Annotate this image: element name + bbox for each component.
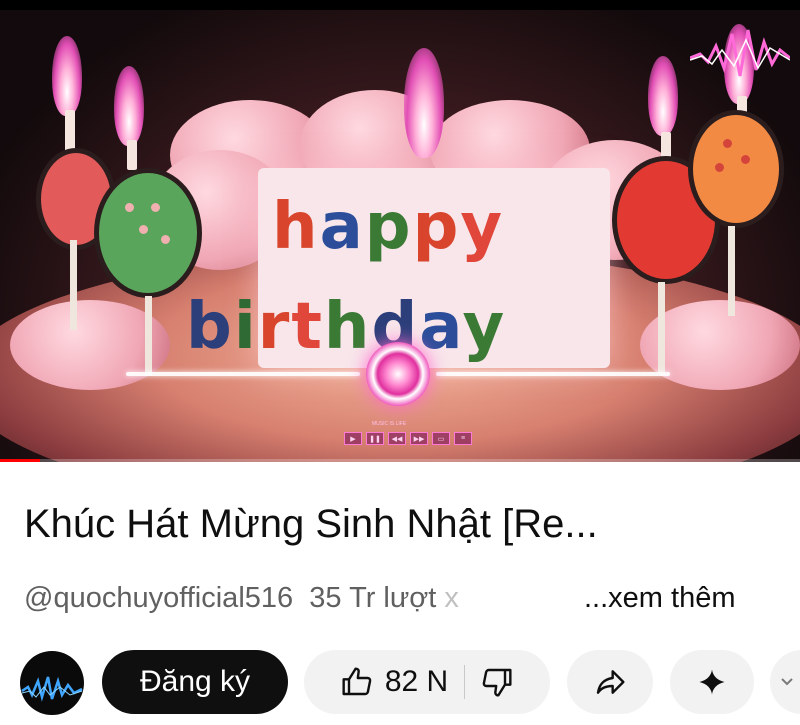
chevron-down-icon bbox=[781, 678, 793, 686]
cake-letter: h bbox=[272, 190, 320, 264]
channel-avatar[interactable] bbox=[20, 651, 84, 715]
loop-icon: ▭ bbox=[432, 432, 450, 445]
balloon-candle bbox=[688, 110, 784, 228]
video-meta[interactable]: @quochuyofficial516 35 Tr lượt x bbox=[24, 582, 459, 615]
thumbs-up-icon bbox=[342, 667, 372, 696]
audio-visualizer-disc bbox=[366, 342, 430, 406]
balloon-candle bbox=[94, 168, 202, 298]
dislike-button[interactable] bbox=[465, 666, 529, 698]
cake-letter: a bbox=[419, 290, 463, 364]
show-more-link[interactable]: ...xem thêm bbox=[584, 582, 736, 615]
balloon-dot bbox=[161, 235, 170, 244]
neon-waveform-icon bbox=[690, 29, 790, 77]
subscribe-button[interactable]: Đăng ký bbox=[102, 650, 288, 714]
balloon-dot bbox=[151, 203, 160, 212]
cake-letter: y bbox=[460, 190, 505, 264]
audio-wave-left bbox=[126, 372, 360, 376]
cake-letter: r bbox=[257, 290, 292, 364]
ask-ai-button[interactable] bbox=[670, 650, 754, 714]
balloon-dot bbox=[715, 163, 724, 172]
candle-flame bbox=[114, 66, 144, 146]
share-icon bbox=[596, 670, 625, 694]
balloon-stick bbox=[728, 226, 735, 316]
thumbs-down-icon bbox=[482, 668, 512, 697]
candle bbox=[127, 140, 137, 170]
sparkle-icon bbox=[699, 669, 725, 695]
view-count: 35 Tr lượt bbox=[309, 582, 437, 614]
like-count: 82 N bbox=[384, 665, 449, 698]
like-button[interactable]: 82 N bbox=[325, 665, 464, 699]
cake-text-birthday: birthday bbox=[186, 290, 506, 364]
play-icon: ▶ bbox=[344, 432, 362, 445]
candle-flame bbox=[404, 48, 444, 158]
player-caption: MUSIC IS LIFE bbox=[372, 421, 407, 427]
candle-flame bbox=[52, 36, 82, 116]
rewind-icon: ◀◀ bbox=[388, 432, 406, 445]
balloon-dot bbox=[741, 155, 750, 164]
avatar-waveform-icon bbox=[21, 676, 83, 702]
cake-letter: h bbox=[323, 290, 372, 364]
balloon-stick bbox=[70, 240, 77, 330]
balloon-dot bbox=[125, 203, 134, 212]
cake-letter: p bbox=[412, 190, 461, 264]
balloon-dot bbox=[139, 225, 148, 234]
overlay-player-controls: ▶ ❚❚ ◀◀ ▶▶ ▭ ≡ bbox=[344, 432, 472, 445]
cake-letter: t bbox=[291, 290, 324, 364]
audio-wave-right bbox=[436, 372, 670, 376]
video-title[interactable]: Khúc Hát Mừng Sinh Nhật [Re... bbox=[24, 502, 598, 547]
cake-letter: y bbox=[462, 290, 507, 364]
playlist-icon: ≡ bbox=[454, 432, 472, 445]
balloon-stick bbox=[145, 296, 152, 376]
candle-flame bbox=[648, 56, 678, 136]
top-bar bbox=[0, 0, 800, 10]
forward-icon: ▶▶ bbox=[410, 432, 428, 445]
channel-handle: @quochuyofficial516 bbox=[24, 582, 294, 614]
balloon-stick bbox=[658, 282, 665, 372]
cake-letter: b bbox=[186, 290, 234, 364]
cake-letter: p bbox=[364, 190, 413, 264]
cake-letter: i bbox=[233, 290, 258, 364]
cake-text-happy: happy bbox=[272, 190, 504, 264]
cake-letter: a bbox=[319, 190, 365, 264]
view-count-fade: x bbox=[444, 582, 459, 614]
pause-icon: ❚❚ bbox=[366, 432, 384, 445]
balloon-dot bbox=[723, 139, 732, 148]
like-dislike-group: 82 N bbox=[304, 650, 550, 714]
share-button[interactable] bbox=[567, 650, 653, 714]
video-player[interactable]: happy birthday MUSIC IS LIFE ▶ ❚❚ ◀◀ ▶▶ … bbox=[0, 0, 800, 462]
